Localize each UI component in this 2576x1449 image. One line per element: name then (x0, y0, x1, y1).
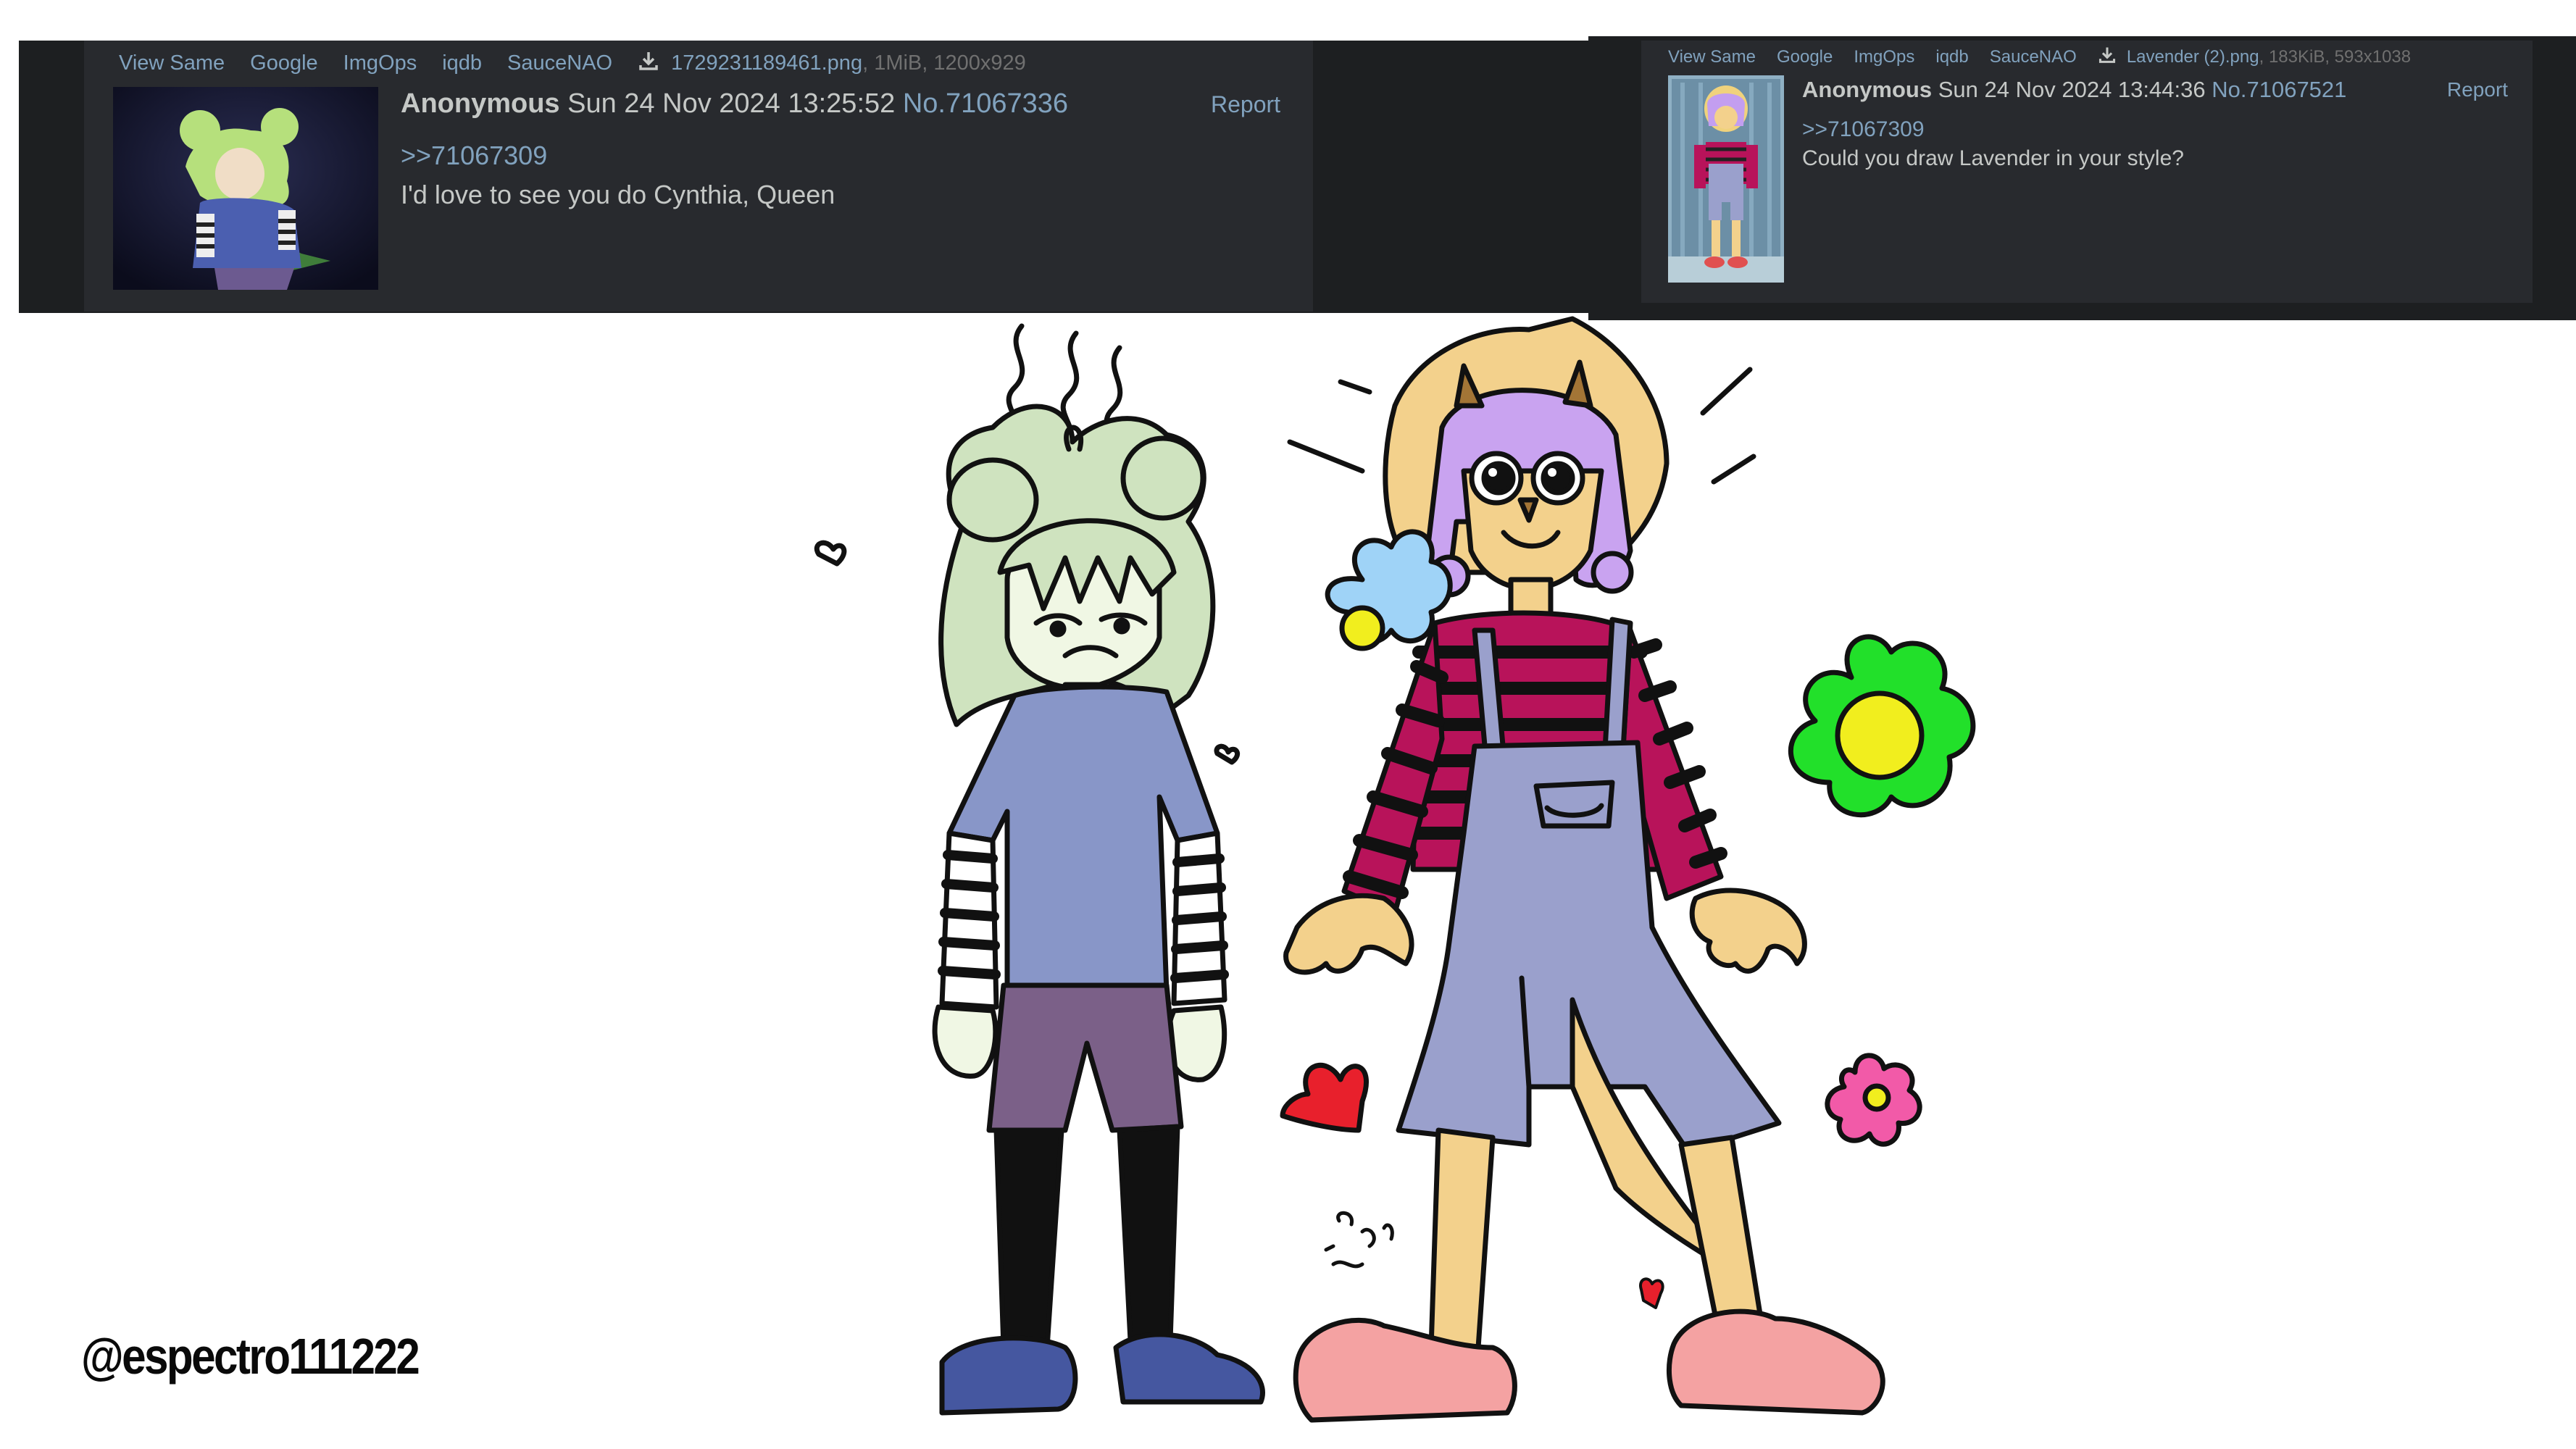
flower-pink (1825, 1053, 1922, 1147)
red-heart (1639, 1277, 1664, 1309)
doodle-scribble (1324, 1211, 1394, 1269)
striped-sleeve (938, 830, 1001, 1010)
doodle-heart (814, 540, 847, 567)
red-heart (1280, 1062, 1369, 1133)
fan-artwork (814, 316, 1976, 1423)
flower-green (1788, 634, 1976, 818)
doodle-heart (1214, 743, 1241, 765)
striped-sleeve (1170, 830, 1229, 1006)
character-cynthia (932, 404, 1265, 1416)
character-lavender (1283, 316, 1885, 1423)
artist-signature: @espectro111222 (81, 1328, 420, 1385)
